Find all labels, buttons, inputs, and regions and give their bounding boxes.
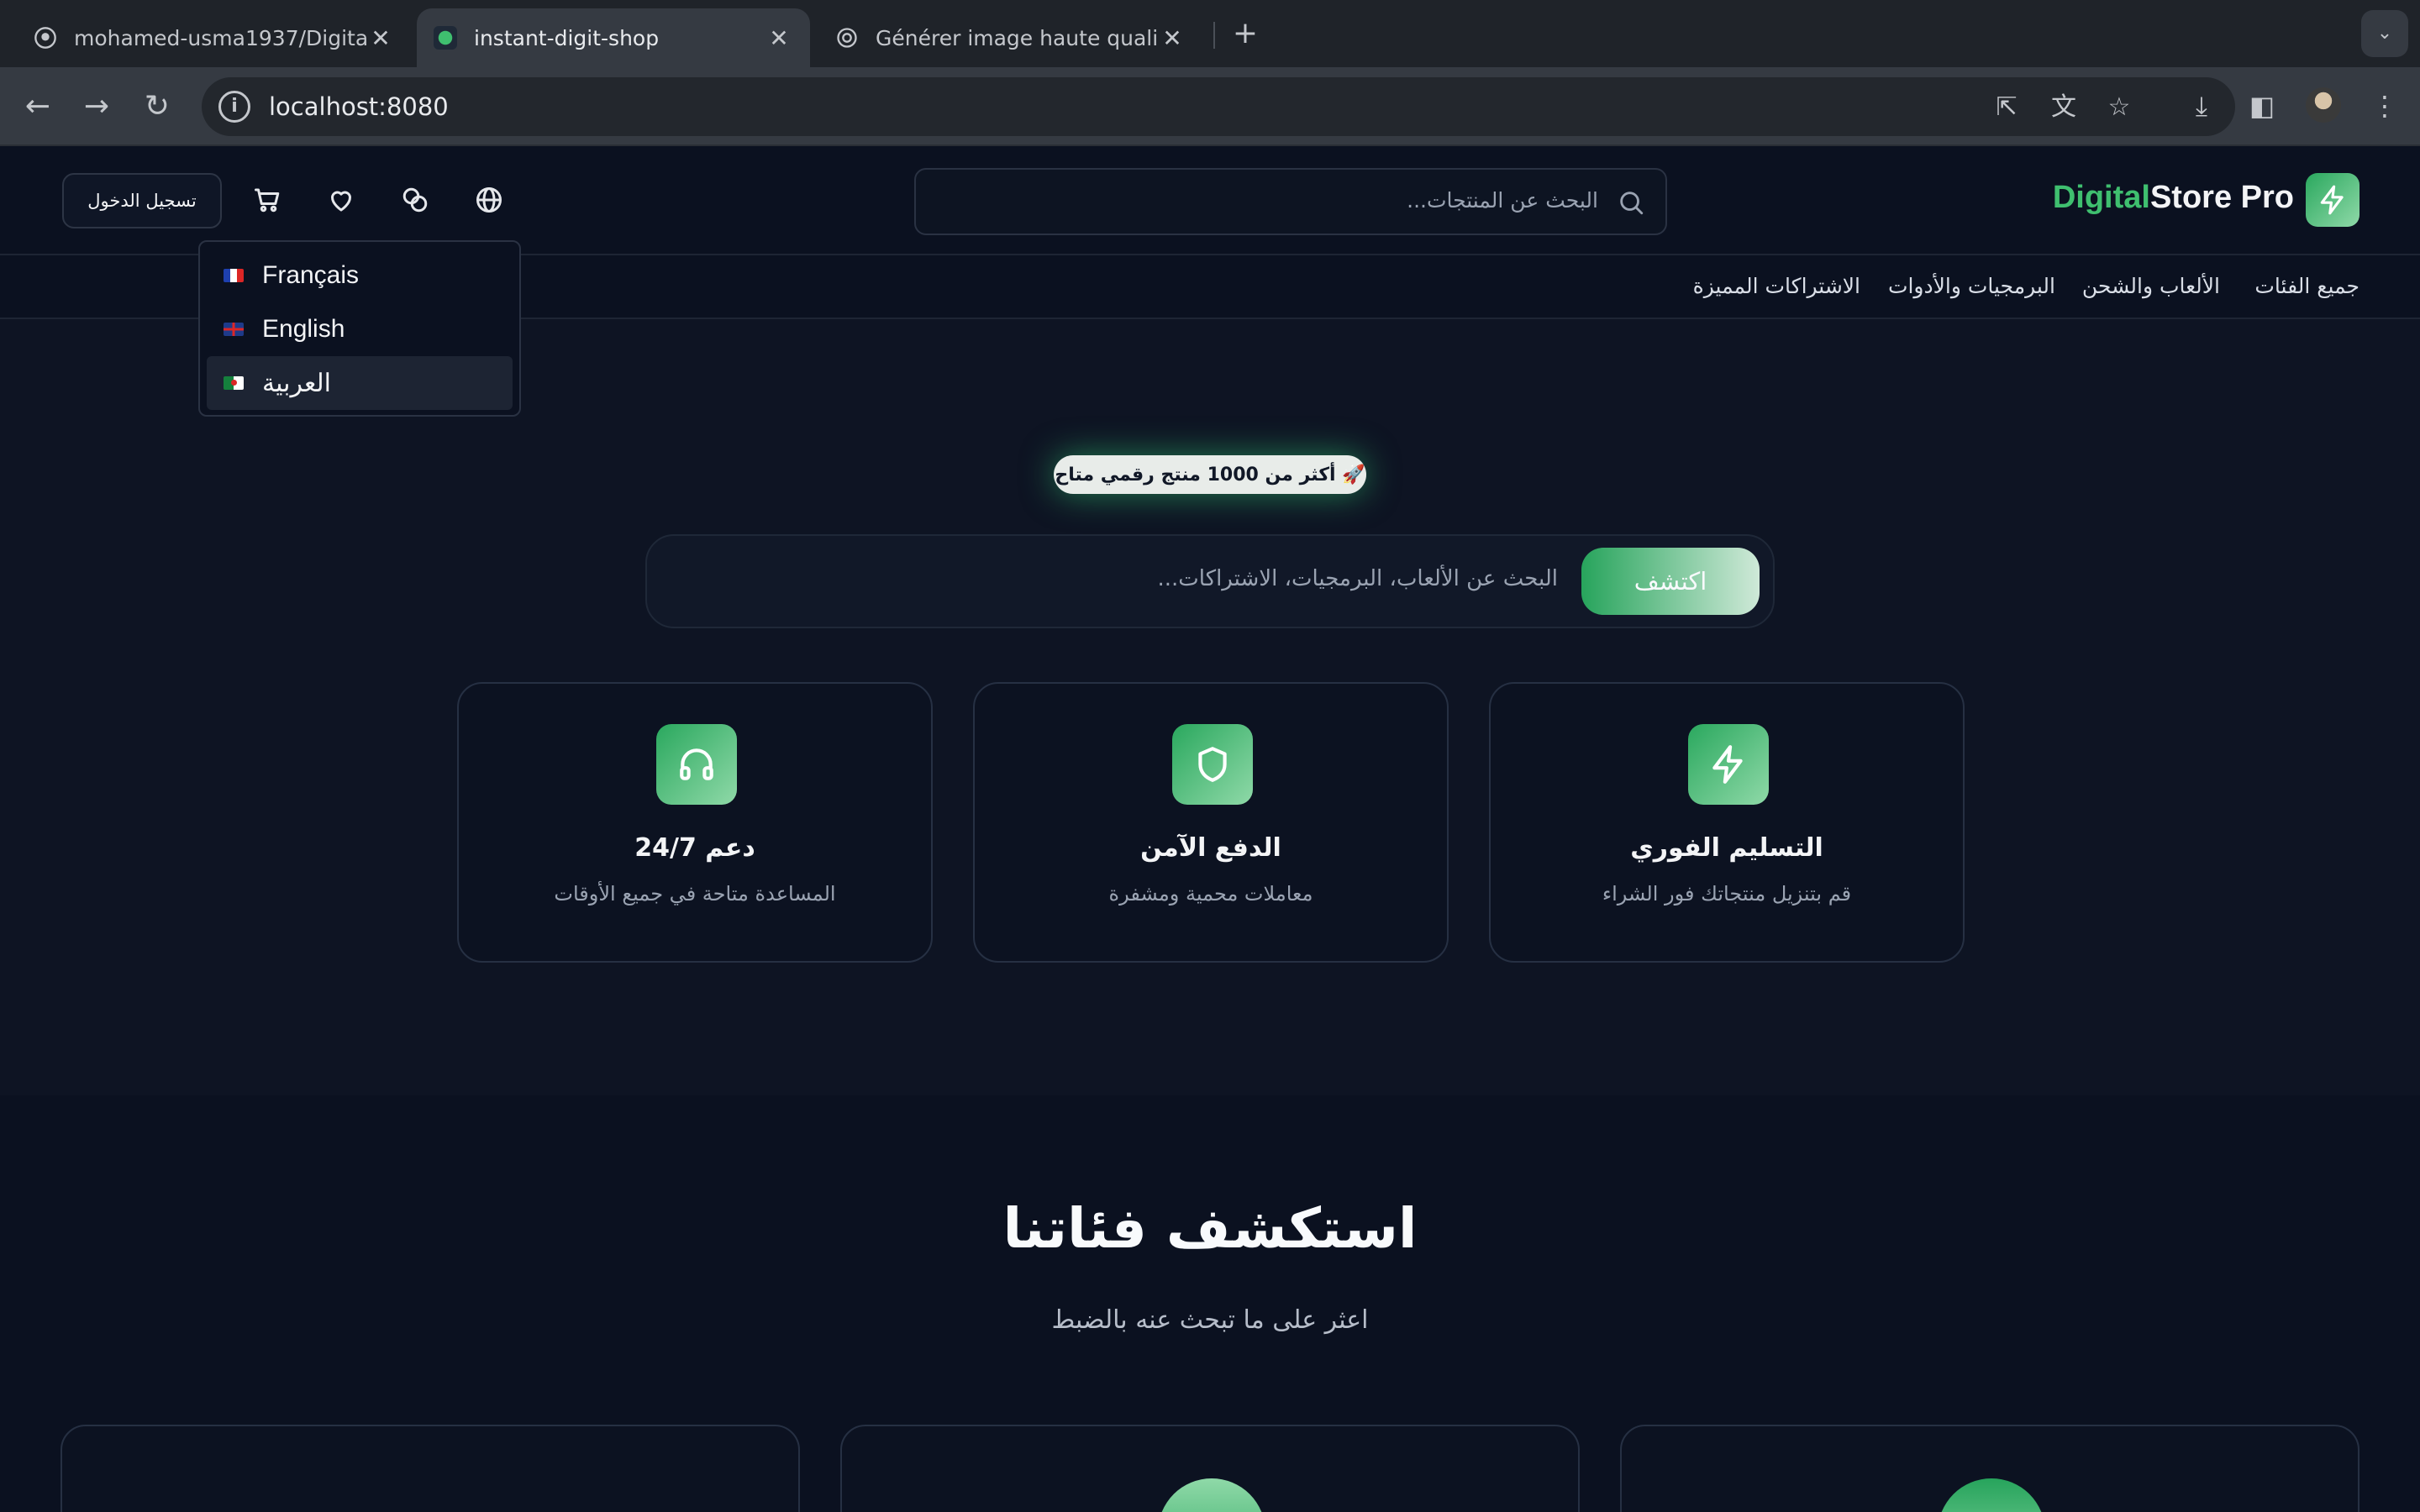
heart-icon[interactable] (321, 180, 361, 220)
address-bar[interactable]: i localhost:8080 ⇱ 文 ☆ (202, 77, 2235, 136)
feature-card-support: دعم 24/7 المساعدة متاحة في جميع الأوقات (457, 682, 933, 963)
reload-icon[interactable]: ↻ (138, 87, 176, 126)
tab-title: instant-digit-shop (474, 25, 660, 50)
nav-all-categories[interactable]: جميع الفئات (2254, 274, 2360, 298)
bookmark-star-icon[interactable]: ☆ (2102, 91, 2136, 124)
close-tab-icon[interactable]: ✕ (765, 24, 793, 52)
language-dropdown: Français English العربية (198, 240, 521, 417)
category-icon (1158, 1478, 1265, 1512)
side-panel-icon[interactable]: ◧ (2244, 87, 2281, 124)
brand-name[interactable]: DigitalStore Pro (2053, 180, 2294, 216)
category-card[interactable] (840, 1425, 1580, 1512)
nav-premium-subscriptions[interactable]: الاشتراكات المميزة (1693, 274, 1860, 298)
feature-subtitle: قم بتنزيل منتجاتك فور الشراء (1602, 882, 1852, 906)
site-info-icon[interactable]: i (218, 91, 250, 123)
categories-subtitle: اعثر على ما تبحث عنه بالضبط (1051, 1305, 1369, 1335)
feature-subtitle: المساعدة متاحة في جميع الأوقات (554, 882, 836, 906)
nav-software-tools[interactable]: البرمجيات والأدوات (1888, 274, 2055, 298)
uk-flag-icon (224, 323, 244, 336)
translate-icon[interactable]: 文 (2047, 91, 2081, 124)
tab-separator (1213, 22, 1215, 49)
url-text: localhost:8080 (269, 92, 449, 121)
tab-openai[interactable]: Générer image haute qualité ✕ (817, 8, 1203, 67)
forward-arrow-icon[interactable]: → (77, 87, 116, 126)
back-arrow-icon[interactable]: ← (18, 87, 57, 126)
algeria-flag-icon (224, 376, 244, 390)
tab-title: mohamed-usma1937/DigitalS (74, 25, 366, 50)
browser-tab-bar: mohamed-usma1937/DigitalS ✕ instant-digi… (0, 0, 2420, 67)
currency-coins-icon[interactable] (395, 180, 435, 220)
globe-icon[interactable] (469, 180, 509, 220)
hero-section: 🚀 أكثر من 1000 منتج رقمي متاح البحث عن ا… (0, 319, 2420, 1095)
tab-title: Générer image haute qualité (876, 25, 1158, 50)
categories-title: استكشف فئاتنا (1002, 1196, 1418, 1261)
hero-search-placeholder: البحث عن الألعاب، البرمجيات، الاشتراكات.… (1157, 566, 1558, 591)
open-external-icon[interactable]: ⇱ (1990, 91, 2023, 124)
shield-icon (1172, 724, 1253, 805)
cart-icon[interactable] (247, 180, 287, 220)
lightning-logo-icon[interactable] (2306, 173, 2360, 227)
language-option-english[interactable]: English (207, 302, 513, 356)
profile-avatar[interactable] (2306, 87, 2341, 123)
lightning-icon (1688, 724, 1769, 805)
feature-title: دعم 24/7 (634, 833, 755, 863)
france-flag-icon (224, 269, 244, 282)
search-placeholder: البحث عن المنتجات... (1407, 188, 1598, 213)
login-button[interactable]: تسجيل الدخول (62, 173, 222, 228)
close-tab-icon[interactable]: ✕ (1158, 24, 1186, 52)
feature-subtitle: معاملات محمية ومشفرة (1108, 882, 1313, 906)
tab-instant-digit-shop[interactable]: instant-digit-shop ✕ (417, 8, 810, 67)
openai-icon (835, 26, 859, 50)
github-icon (34, 26, 57, 50)
nav-games-topup[interactable]: الألعاب والشحن (2082, 274, 2220, 298)
tab-search-chevron-icon[interactable]: ⌄ (2361, 10, 2408, 57)
tab-github[interactable]: mohamed-usma1937/DigitalS ✕ (0, 8, 412, 67)
app-icon (434, 26, 457, 50)
new-tab-icon[interactable]: + (1227, 15, 1264, 52)
browser-toolbar: ← → ↻ i localhost:8080 ⇱ 文 ☆ (0, 67, 2420, 146)
products-count-badge: 🚀 أكثر من 1000 منتج رقمي متاح (1054, 455, 1366, 494)
feature-card-instant-delivery: التسليم الفوري قم بتنزيل منتجاتك فور الش… (1489, 682, 1965, 963)
browser-menu-icon[interactable]: ⋮ (2366, 87, 2403, 124)
category-card[interactable] (1620, 1425, 2360, 1512)
category-icon (1938, 1478, 2045, 1512)
close-tab-icon[interactable]: ✕ (366, 24, 395, 52)
feature-title: الدفع الآمن (1140, 833, 1281, 863)
category-card[interactable] (60, 1425, 800, 1512)
feature-card-secure-payment: الدفع الآمن معاملات محمية ومشفرة (973, 682, 1449, 963)
language-option-french[interactable]: Français (207, 249, 513, 302)
download-icon[interactable]: ⤓ (2183, 87, 2220, 124)
discover-button[interactable]: اكتشف (1581, 548, 1760, 615)
language-option-arabic[interactable]: العربية (207, 356, 513, 410)
hero-search-bar[interactable]: البحث عن الألعاب، البرمجيات، الاشتراكات.… (645, 534, 1775, 628)
headphones-icon (656, 724, 737, 805)
site-search-input[interactable]: البحث عن المنتجات... (914, 168, 1667, 235)
feature-title: التسليم الفوري (1630, 833, 1823, 863)
site-header: تسجيل الدخول البحث عن المنتجات... Digita… (0, 146, 2420, 255)
search-icon (1620, 192, 1644, 215)
